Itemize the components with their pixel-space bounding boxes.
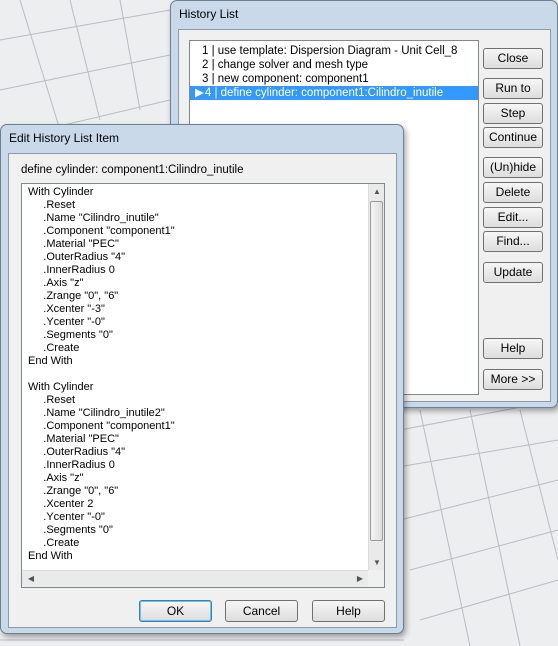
edit-help-button[interactable]: Help — [312, 600, 385, 622]
scroll-down-icon[interactable]: ▼ — [370, 557, 384, 569]
history-item-selected-label: 4 | define cylinder: component1:Cilindro… — [204, 87, 444, 99]
more-button[interactable]: More >> — [483, 369, 543, 390]
history-window-title: History List — [179, 7, 239, 21]
edit-item-label: define cylinder: component1:Cilindro_inu… — [21, 164, 244, 176]
vertical-scrollbar[interactable]: ▲ ▼ — [368, 184, 384, 571]
history-item[interactable]: 2 | change solver and mesh type — [190, 58, 478, 72]
ok-button[interactable]: OK — [139, 600, 212, 622]
history-item[interactable]: 3 | new component: component1 — [190, 72, 478, 86]
help-button[interactable]: Help — [483, 338, 543, 359]
unhide-button[interactable]: (Un)hide — [483, 157, 543, 178]
history-item[interactable]: 1 | use template: Dispersion Diagram - U… — [190, 44, 478, 58]
scrollbar-corner — [368, 570, 384, 587]
edit-dialog-client: define cylinder: component1:Cilindro_inu… — [8, 153, 397, 628]
edit-dialog-title: Edit History List Item — [9, 131, 120, 145]
scroll-right-icon[interactable]: ▶ — [353, 573, 367, 585]
update-button[interactable]: Update — [483, 262, 543, 283]
macro-code-text: With Cylinder .Reset .Name "Cilindro_inu… — [28, 186, 175, 562]
find-button[interactable]: Find... — [483, 231, 543, 252]
history-item-selected[interactable]: ▶4 | define cylinder: component1:Cilindr… — [190, 86, 478, 100]
vertical-scroll-thumb[interactable] — [370, 201, 383, 541]
close-button[interactable]: Close — [483, 48, 543, 69]
macro-code-textarea[interactable]: With Cylinder .Reset .Name "Cilindro_inu… — [21, 183, 385, 588]
step-button[interactable]: Step — [483, 103, 543, 124]
run-to-button[interactable]: Run to — [483, 78, 543, 99]
cancel-button[interactable]: Cancel — [225, 600, 298, 622]
current-step-marker-icon: ▶ — [195, 87, 204, 99]
scroll-left-icon[interactable]: ◀ — [24, 573, 38, 585]
delete-button[interactable]: Delete — [483, 182, 543, 203]
edit-history-item-dialog: Edit History List Item define cylinder: … — [0, 124, 404, 634]
horizontal-scrollbar[interactable]: ◀ ▶ — [22, 570, 369, 587]
edit-button[interactable]: Edit... — [483, 207, 543, 228]
continue-button[interactable]: Continue — [483, 127, 543, 148]
scroll-up-icon[interactable]: ▲ — [370, 186, 384, 198]
